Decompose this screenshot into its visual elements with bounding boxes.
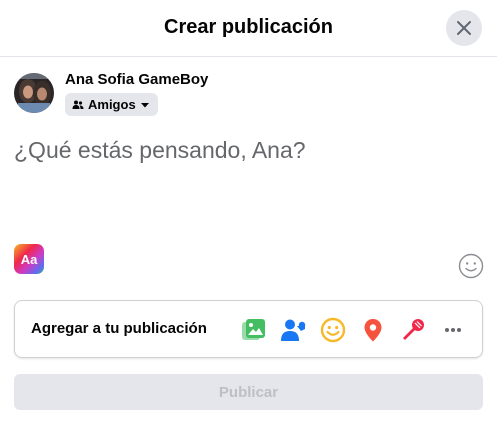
- live-video-icon: [403, 319, 424, 340]
- publish-label: Publicar: [218, 383, 279, 401]
- dialog-title: Crear publicación: [164, 16, 333, 38]
- feeling-icon: [320, 317, 346, 343]
- photo-video-button[interactable]: [240, 316, 268, 344]
- close-button[interactable]: [446, 10, 482, 46]
- photo-video-icon: [242, 319, 265, 340]
- user-name[interactable]: Ana Sofia GameBoy: [65, 71, 208, 88]
- emoji-button[interactable]: [458, 253, 484, 279]
- create-post-dialog: Crear publicación Ana Sofia GameBoy Amig…: [0, 0, 497, 425]
- check-in-button[interactable]: [359, 316, 387, 344]
- live-video-button[interactable]: [399, 316, 427, 344]
- audience-selector[interactable]: Amigos: [65, 93, 158, 116]
- publish-button[interactable]: Publicar: [14, 374, 483, 410]
- add-to-post-label: Agregar a tu publicación: [31, 320, 207, 337]
- more-options-button[interactable]: [439, 316, 467, 344]
- check-in-icon: [364, 319, 382, 342]
- add-to-post-bar: Agregar a tu publicación: [14, 300, 483, 358]
- text-style-label: Aa: [20, 251, 38, 267]
- avatar[interactable]: [14, 73, 54, 113]
- smiley-icon: [458, 253, 484, 279]
- caret-down-icon: [140, 102, 149, 107]
- more-icon: [445, 328, 461, 332]
- audience-label: Amigos: [88, 97, 136, 112]
- post-text-input[interactable]: ¿Qué estás pensando, Ana?: [14, 137, 306, 164]
- feeling-activity-button[interactable]: [319, 316, 347, 344]
- text-style-button[interactable]: Aa: [14, 244, 44, 274]
- tag-people-icon: [281, 319, 306, 341]
- dialog-header: Crear publicación: [0, 0, 497, 57]
- tag-people-button[interactable]: [279, 316, 307, 344]
- friends-icon: [72, 100, 84, 109]
- close-icon: [457, 21, 471, 35]
